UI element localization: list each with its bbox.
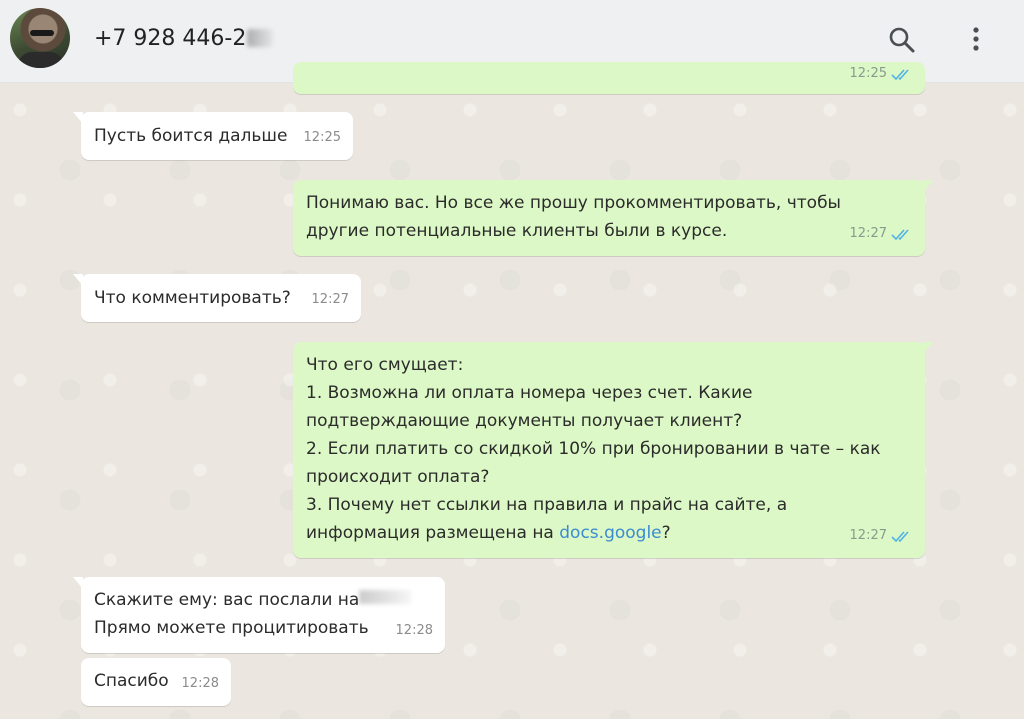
message-line: Понимаю вас. Но все же прошу прокомменти… [306,193,841,213]
message-incoming[interactable]: Скажите ему: вас послали на Прямо можете… [73,577,445,653]
message-text: Спасибо [94,671,169,691]
message-text: Пусть боится дальше [94,126,288,146]
message-meta: 12:27 [850,522,913,550]
message-line-suffix: ? [661,523,671,543]
contact-name[interactable]: +7 928 446-2 [94,26,274,51]
message-meta: 12:27 [312,286,349,314]
message-time: 12:27 [849,226,887,241]
message-line: Скажите ему: вас послали на [94,586,412,614]
redacted-text [359,590,412,604]
message-time: 12:28 [395,623,433,638]
message-line: 3. Почему нет ссылки на правила и прайс … [306,495,788,515]
bubble-tail [923,180,933,192]
message-incoming[interactable]: Пусть боится дальше 12:25 [73,112,353,160]
search-button[interactable] [886,24,918,56]
message-meta: 12:25 [304,124,341,152]
message-line: Что его смущает: [306,355,464,375]
message-outgoing[interactable]: Что его смущает: 1. Возможна ли оплата н… [293,342,933,558]
message-incoming[interactable]: Что комментировать? 12:27 [73,274,361,322]
bubble-tail [73,577,83,589]
avatar-glasses [30,30,54,36]
contact-name-text: +7 928 446-2 [94,26,247,51]
menu-button[interactable] [962,24,990,56]
search-icon [889,27,915,53]
message-line: другие потенциальные клиенты были в курс… [306,221,728,241]
bubble-tail [73,274,83,286]
message-line: 2. Если платить со скидкой 10% при брони… [306,439,881,459]
message-time: 12:25 [303,130,341,145]
message-line-prefix: информация размещена на [306,523,560,543]
message-outgoing[interactable]: Понимаю вас. Но все же прошу прокомменти… [293,180,933,256]
message-outgoing[interactable]: 12:25 [293,62,925,94]
message-line: Прямо можете процитировать [94,618,369,638]
read-ticks-icon [891,69,909,81]
message-line: происходит оплата? [306,467,490,487]
avatar-shirt [18,52,64,68]
contact-avatar[interactable] [10,8,70,68]
message-meta: 12:28 [182,670,219,698]
contact-name-redaction [247,29,274,47]
message-meta: 12:25 [850,60,913,88]
message-time: 12:25 [849,66,887,81]
read-ticks-icon [891,229,909,241]
message-meta: 12:28 [396,617,433,645]
message-line-with-link: информация размещена на docs.google? [306,519,671,547]
message-line-text: Скажите ему: вас послали на [94,590,360,610]
message-incoming[interactable]: Спасибо 12:28 [81,658,231,706]
message-line: 1. Возможна ли оплата номера через счет.… [306,383,753,403]
bubble-tail [73,112,83,124]
message-time: 12:28 [181,676,219,691]
message-time: 12:27 [849,528,887,543]
read-ticks-icon [891,531,909,543]
message-text: Что комментировать? [94,288,291,308]
message-time: 12:27 [311,292,349,307]
more-vertical-icon [973,27,979,51]
message-meta: 12:27 [850,220,913,248]
message-line: подтверждающие документы получает клиент… [306,411,743,431]
bubble-tail [923,342,933,354]
docs-google-link[interactable]: docs.google [559,523,661,543]
